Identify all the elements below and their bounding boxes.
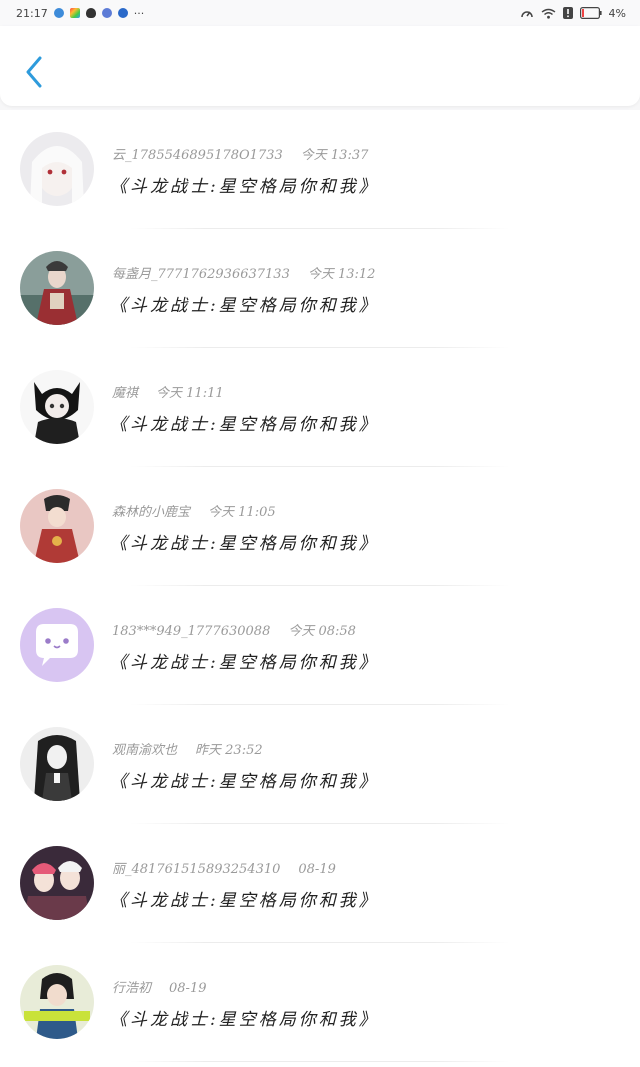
app-icon-circle: [101, 8, 112, 18]
comment-time: 今天 08:58: [288, 624, 356, 639]
comment-meta: 观南渝欢也 昨天 23:52: [112, 739, 263, 758]
comment-text: 《斗龙战士:星空格局你和我》: [110, 534, 379, 554]
avatar[interactable]: [20, 132, 94, 206]
list-item[interactable]: 观南渝欢也 昨天 23:52 《斗龙战士:星空格局你和我》: [0, 705, 640, 824]
list-item[interactable]: 魔祺 今天 11:11 《斗龙战士:星空格局你和我》: [0, 348, 640, 467]
battery-level: 4%: [608, 6, 626, 20]
list-item[interactable]: 每盏月_7771762936637133 今天 13:12 《斗龙战士:星空格局你…: [0, 229, 640, 348]
header-bar: [0, 26, 640, 106]
comment-text: 《斗龙战士:星空格局你和我》: [110, 177, 379, 197]
comment-time: 今天 11:11: [156, 386, 224, 401]
avatar[interactable]: [20, 846, 94, 920]
comment-time: 今天 13:12: [307, 267, 376, 282]
status-time: 21:17: [16, 6, 48, 20]
back-button[interactable]: [16, 52, 52, 92]
username[interactable]: 云_1785546895178O1733: [112, 148, 283, 163]
divider: [130, 1061, 510, 1062]
username[interactable]: 森林的小鹿宝: [112, 505, 190, 520]
comment-meta: 183***949_1777630088 今天 08:58: [112, 620, 356, 639]
app-icon-blue: [53, 8, 64, 18]
more-notifications-icon: ···: [133, 6, 145, 20]
list-item[interactable]: 183***949_1777630088 今天 08:58 《斗龙战士:星空格局你…: [0, 586, 640, 705]
wifi-icon: [541, 8, 555, 19]
comment-time: 昨天 23:52: [195, 743, 263, 758]
comment-list: 云_1785546895178O1733 今天 13:37 《斗龙战士:星空格局你…: [0, 110, 640, 1067]
app-icon-colorful: [69, 8, 80, 18]
app-icon-dot: [117, 8, 128, 18]
comment-text: 《斗龙战士:星空格局你和我》: [110, 772, 379, 792]
comment-time: 08-19: [298, 862, 336, 877]
username[interactable]: 行浩初: [112, 981, 151, 996]
comment-meta: 云_1785546895178O1733 今天 13:37: [112, 144, 368, 163]
avatar[interactable]: [20, 489, 94, 563]
battery-icon: [579, 7, 602, 19]
alert-icon: [562, 7, 573, 19]
avatar[interactable]: [20, 251, 94, 325]
avatar[interactable]: [20, 727, 94, 801]
username[interactable]: 观南渝欢也: [112, 743, 177, 758]
comment-time: 今天 13:37: [300, 148, 369, 163]
comment-text: 《斗龙战士:星空格局你和我》: [110, 653, 379, 673]
chevron-left-icon: [26, 56, 42, 88]
username[interactable]: 183***949_1777630088: [112, 624, 270, 639]
username[interactable]: 每盏月_7771762936637133: [112, 267, 290, 282]
status-right: 4%: [520, 7, 626, 20]
comment-meta: 丽_481761515893254310 08-19: [112, 858, 336, 877]
comment-text: 《斗龙战士:星空格局你和我》: [110, 296, 379, 316]
list-item[interactable]: 森林的小鹿宝 今天 11:05 《斗龙战士:星空格局你和我》: [0, 467, 640, 586]
list-item[interactable]: 云_1785546895178O1733 今天 13:37 《斗龙战士:星空格局你…: [0, 110, 640, 229]
comment-text: 《斗龙战士:星空格局你和我》: [110, 1010, 379, 1030]
username[interactable]: 丽_481761515893254310: [112, 862, 280, 877]
comment-time: 今天 11:05: [208, 505, 276, 520]
status-left: 21:17 ···: [16, 7, 144, 20]
avatar[interactable]: [20, 965, 94, 1039]
avatar[interactable]: [20, 370, 94, 444]
avatar[interactable]: [20, 608, 94, 682]
comment-text: 《斗龙战士:星空格局你和我》: [110, 891, 379, 911]
qq-icon: [85, 8, 96, 18]
speed-icon: [520, 11, 533, 18]
comment-meta: 森林的小鹿宝 今天 11:05: [112, 501, 276, 520]
comment-meta: 魔祺 今天 11:11: [112, 382, 224, 401]
status-bar: 21:17 ··· 4%: [0, 0, 640, 26]
comment-meta: 每盏月_7771762936637133 今天 13:12: [112, 263, 375, 282]
list-item[interactable]: 丽_481761515893254310 08-19 《斗龙战士:星空格局你和我》: [0, 824, 640, 943]
comment-meta: 行浩初 08-19: [112, 977, 207, 996]
comment-text: 《斗龙战士:星空格局你和我》: [110, 415, 379, 435]
list-item[interactable]: 行浩初 08-19 《斗龙战士:星空格局你和我》: [0, 943, 640, 1062]
comment-time: 08-19: [169, 981, 207, 996]
username[interactable]: 魔祺: [112, 386, 138, 401]
